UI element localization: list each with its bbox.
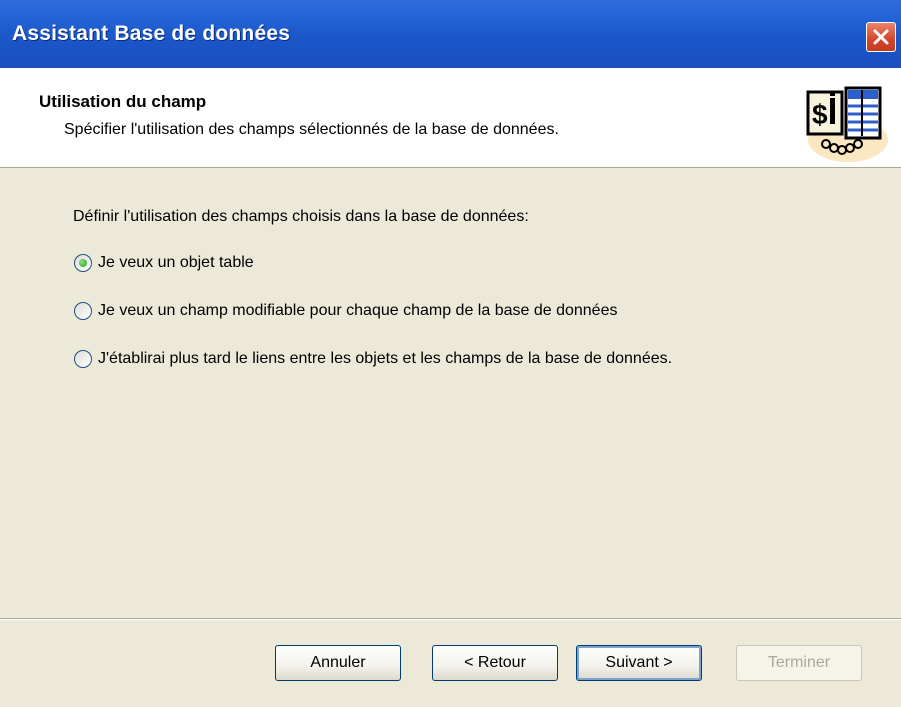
option-label: Je veux un champ modifiable pour chaque …	[98, 302, 618, 319]
window-title: Assistant Base de données	[12, 22, 291, 45]
option-label: Je veux un objet table	[98, 254, 254, 271]
option-editable-field[interactable]: Je veux un champ modifiable pour chaque …	[74, 302, 617, 320]
radio-button-checked[interactable]	[74, 254, 92, 272]
radio-button[interactable]	[74, 302, 92, 320]
close-button[interactable]	[866, 22, 896, 52]
wizard-header: Utilisation du champ Spécifier l'utilisa…	[0, 68, 901, 168]
step-title: Utilisation du champ	[39, 92, 207, 111]
option-label: J'établirai plus tard le liens entre les…	[98, 350, 673, 367]
option-table-object[interactable]: Je veux un objet table	[74, 254, 254, 272]
database-wizard-icon: $	[806, 86, 888, 162]
footer-divider	[0, 618, 901, 620]
next-button[interactable]: Suivant >	[576, 645, 702, 681]
cancel-button[interactable]: Annuler	[275, 645, 401, 681]
radio-button[interactable]	[74, 350, 92, 368]
wizard-body: Définir l'utilisation des champs choisis…	[0, 168, 901, 618]
back-button[interactable]: < Retour	[432, 645, 558, 681]
finish-button[interactable]: Terminer	[736, 645, 862, 681]
title-bar: Assistant Base de données	[0, 0, 901, 68]
step-description: Spécifier l'utilisation des champs sélec…	[64, 121, 559, 138]
svg-text:$: $	[812, 99, 828, 130]
field-usage-question: Définir l'utilisation des champs choisis…	[73, 208, 529, 225]
option-link-later[interactable]: J'établirai plus tard le liens entre les…	[74, 350, 672, 368]
close-icon	[873, 29, 889, 45]
